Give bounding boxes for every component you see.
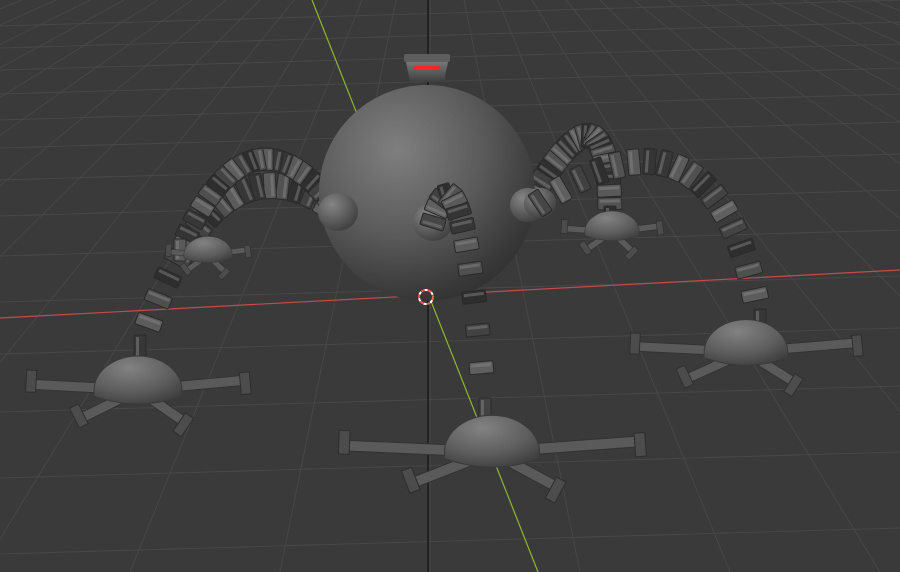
leg-segment [626,148,642,177]
leg-segment [461,289,488,305]
robot-eye [404,54,450,82]
leg-segment [153,266,183,289]
leg-segment [719,217,748,240]
leg-segment [642,147,657,176]
leg-joint [318,193,358,231]
leg-segment [143,288,173,310]
viewport-canvas[interactable] [0,0,900,572]
robot-foot[interactable] [629,319,864,398]
robot-foot[interactable] [25,355,252,438]
leg-segment [464,322,491,338]
robot-body-sphere[interactable] [319,85,535,301]
leg-segment [734,260,763,280]
robot-model[interactable] [25,54,864,504]
leg-segment [569,164,592,194]
robot-leg[interactable] [527,147,769,336]
leg-segment [596,183,623,198]
leg-segment [740,286,769,304]
3d-viewport[interactable] [0,0,900,572]
robot-foot[interactable] [560,210,665,261]
leg-segment [134,312,164,333]
leg-segment [468,360,495,376]
front-feet [337,319,864,504]
robot-foot[interactable] [337,414,648,504]
leg-segment [727,237,756,259]
